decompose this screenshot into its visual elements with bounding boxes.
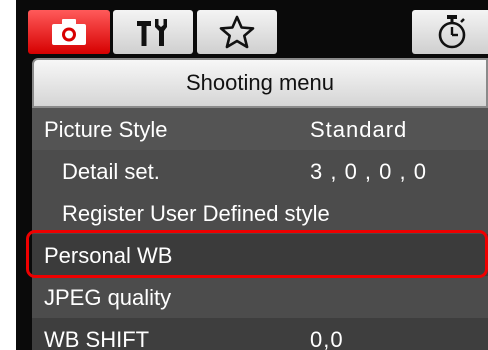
menu-title: Shooting menu	[32, 58, 488, 108]
menu-item-label: Picture Style	[44, 117, 168, 142]
menu-tab-bar	[16, 0, 488, 62]
tools-icon	[131, 16, 175, 48]
menu-item-wb-shift[interactable]: WB SHIFT 0,0	[32, 318, 488, 350]
menu-item-label: Detail set.	[62, 159, 160, 184]
menu-item-personal-wb[interactable]: Personal WB	[32, 234, 488, 276]
menu-item-label: Register User Defined style	[62, 201, 330, 226]
tab-shooting[interactable]	[28, 10, 110, 54]
tab-setup[interactable]	[113, 10, 193, 54]
tab-my-menu[interactable]	[197, 10, 277, 54]
menu-item-label: WB SHIFT	[44, 327, 150, 350]
camera-screen: Shooting menu Picture Style Standard Det…	[16, 0, 488, 350]
timer-icon	[432, 13, 472, 51]
menu-item-detail-set[interactable]: Detail set. 3 , 0 , 0 , 0	[32, 150, 488, 192]
menu-item-value: Standard	[310, 117, 408, 142]
menu-item-value: 0,0	[310, 327, 344, 350]
menu-item-picture-style[interactable]: Picture Style Standard	[32, 108, 488, 150]
menu-item-value: 3 , 0 , 0 , 0	[310, 159, 427, 184]
shooting-menu-panel: Shooting menu Picture Style Standard Det…	[32, 58, 488, 350]
menu-item-jpeg-quality[interactable]: JPEG quality	[32, 276, 488, 318]
tab-timer[interactable]	[412, 10, 488, 54]
camera-icon	[49, 18, 89, 46]
star-icon	[217, 14, 257, 50]
menu-item-register-user-defined-style[interactable]: Register User Defined style	[32, 192, 488, 234]
menu-item-label: JPEG quality	[44, 285, 172, 310]
menu-item-label: Personal WB	[44, 243, 173, 268]
